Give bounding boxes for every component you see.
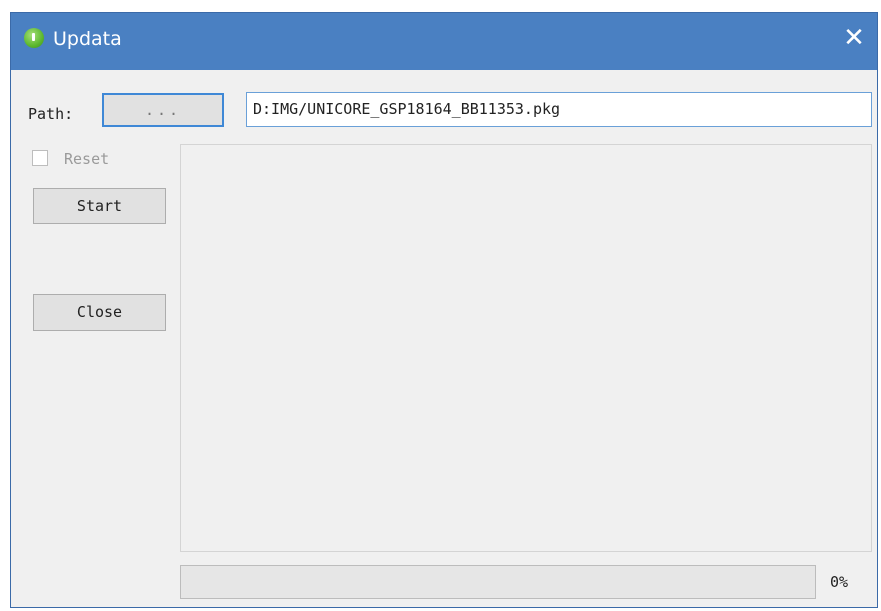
reset-label: Reset xyxy=(64,150,110,168)
close-button[interactable]: Close xyxy=(33,294,166,331)
reset-checkbox[interactable] xyxy=(32,150,48,166)
path-input[interactable]: D:IMG/UNICORE_GSP18164_BB11353.pkg xyxy=(246,92,872,127)
log-output-area[interactable] xyxy=(180,144,872,552)
progress-bar xyxy=(180,565,816,599)
title-bar[interactable]: Updata ✕ xyxy=(11,13,877,70)
path-label: Path: xyxy=(28,105,74,123)
updata-window: Updata ✕ Path: ... D:IMG/UNICORE_GSP1816… xyxy=(10,12,878,608)
start-button[interactable]: Start xyxy=(33,188,166,224)
window-title: Updata xyxy=(53,28,122,50)
app-icon xyxy=(24,28,44,48)
browse-button[interactable]: ... xyxy=(102,93,224,127)
progress-percent: 0% xyxy=(830,573,849,591)
close-icon[interactable]: ✕ xyxy=(839,23,869,53)
